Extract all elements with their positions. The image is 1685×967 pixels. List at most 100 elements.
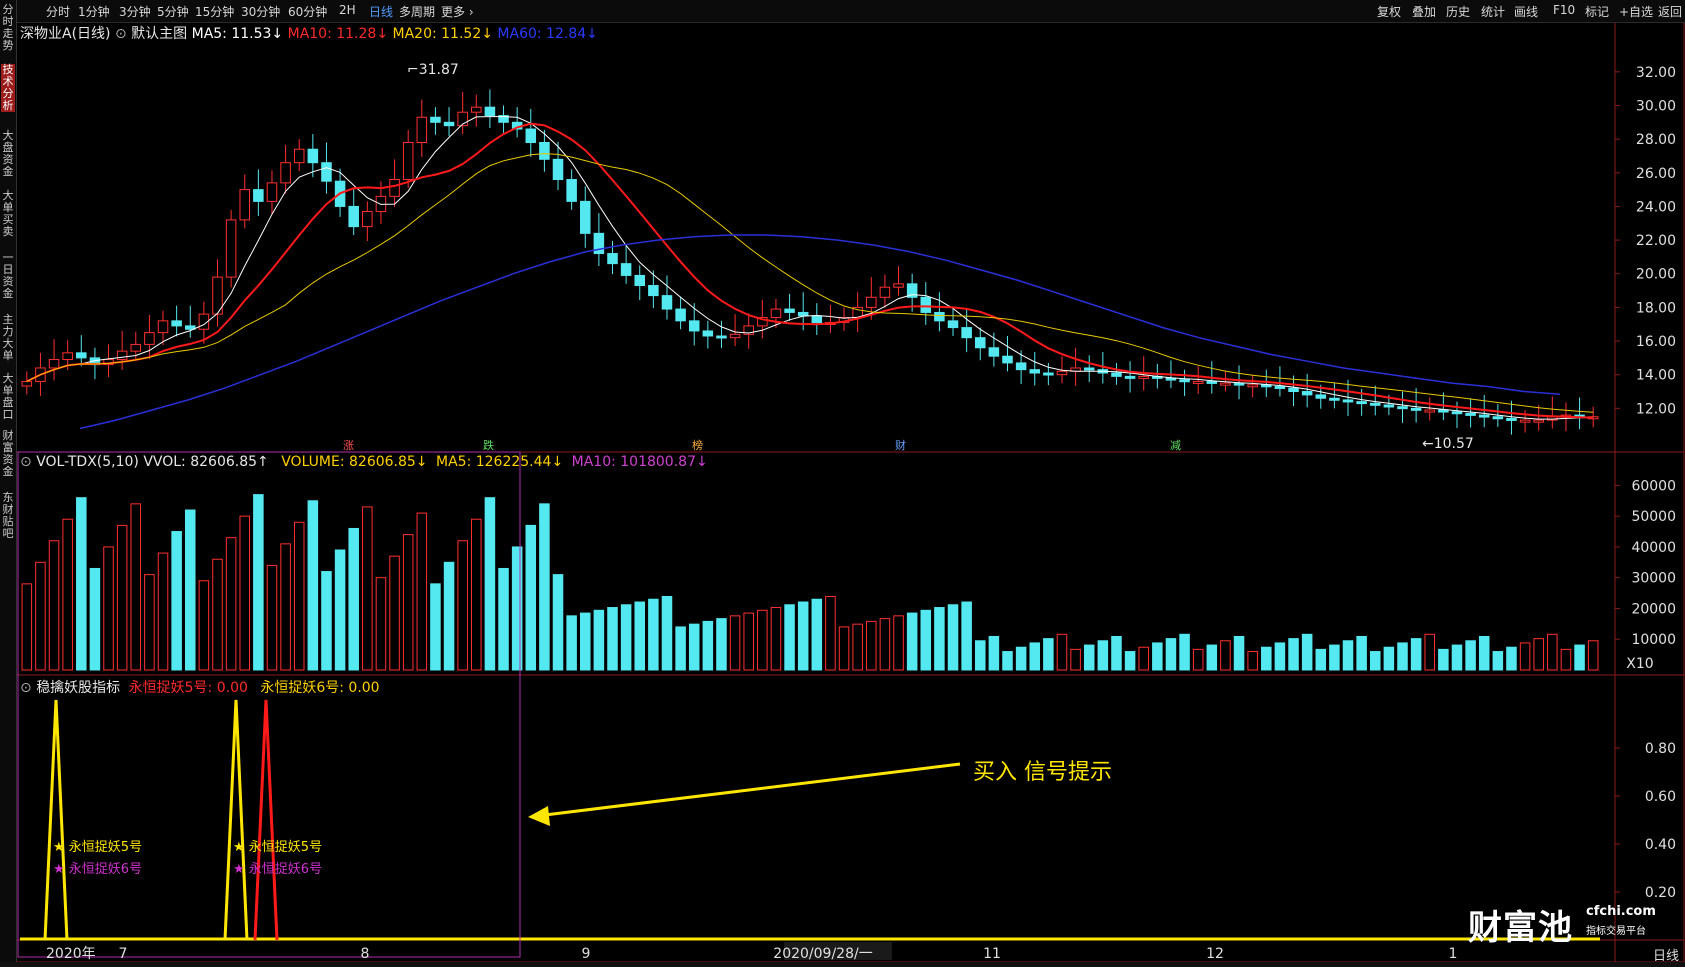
- volume-bar: [1124, 651, 1136, 671]
- toolbar-7[interactable]: +自选: [1619, 3, 1653, 20]
- volume-bar: [1206, 644, 1218, 671]
- volume-bar: [866, 620, 877, 671]
- candle-body: [1029, 369, 1041, 374]
- volume-bar: [797, 601, 809, 671]
- volume-bar: [266, 564, 278, 671]
- candle-body: [797, 311, 809, 317]
- volume-tick-label: 40000: [1631, 540, 1676, 556]
- timeframe-0[interactable]: 分时: [46, 3, 70, 20]
- candle-body: [430, 116, 441, 123]
- toolbar-6[interactable]: 标记: [1585, 3, 1609, 20]
- side-nav-item-0[interactable]: 分时走势: [1, 4, 15, 52]
- candle-body: [1111, 372, 1122, 377]
- volume-bar: [293, 521, 305, 671]
- collapse-icon[interactable]: ⊙: [115, 26, 127, 42]
- price-tick-label: 26.00: [1636, 166, 1676, 182]
- volume-bar: [961, 601, 972, 671]
- collapse-icon[interactable]: ⊙: [20, 454, 32, 470]
- volume-bar: [988, 635, 1000, 671]
- timeframe-10[interactable]: 更多 ›: [441, 3, 474, 20]
- candle-body: [76, 352, 87, 359]
- volume-bar: [1342, 640, 1354, 671]
- stock-chart[interactable]: 32.00 30.00 28.00 26.00 24.00 22.00 20.00 18.00…: [0, 0, 1685, 967]
- x-tick-label: 9: [582, 946, 591, 962]
- volume-bar: [1138, 646, 1149, 671]
- volume-bar: [607, 607, 618, 671]
- volume-bar: [838, 626, 850, 671]
- candle-body: [1192, 380, 1204, 384]
- timeframe-6[interactable]: 60分钟: [288, 3, 327, 20]
- toolbar-0[interactable]: 复权: [1377, 3, 1401, 20]
- price-tick-label: 22.00: [1636, 233, 1676, 249]
- volume-bar: [198, 580, 210, 671]
- candle-body: [1451, 411, 1463, 415]
- timeframe-4[interactable]: 15分钟: [195, 3, 234, 20]
- volume-bar: [634, 601, 646, 671]
- toolbar-3[interactable]: 统计: [1481, 3, 1505, 20]
- toolbar-2[interactable]: 历史: [1446, 3, 1470, 20]
- volume-bar: [1410, 638, 1422, 671]
- price-tick-label: 28.00: [1636, 132, 1676, 148]
- price-tick-label: 14.00: [1636, 368, 1676, 384]
- volume-bar: [1506, 646, 1517, 671]
- volume-bar: [1179, 633, 1190, 671]
- vol-ma10: MA10: 101800.87↓: [571, 454, 708, 470]
- candle-body: [974, 337, 986, 349]
- candle-body: [62, 352, 73, 361]
- timeframe-1[interactable]: 1分钟: [78, 3, 110, 20]
- candle-body: [443, 121, 455, 127]
- volume-bar: [1220, 640, 1231, 671]
- volume-bar: [1424, 633, 1436, 671]
- candle-body: [1533, 419, 1544, 423]
- collapse-icon[interactable]: ⊙: [20, 680, 32, 696]
- side-nav-item-7[interactable]: 财富资金: [1, 430, 15, 478]
- timeframe-8[interactable]: 日线: [369, 3, 393, 20]
- volume-bar: [811, 598, 823, 671]
- candle-body: [348, 205, 359, 228]
- volume-bar: [1356, 635, 1367, 671]
- indicator-panel-header: ⊙ 稳擒妖股指标 永恒捉妖5号: 0.00 永恒捉妖6号: 0.00: [20, 677, 380, 697]
- volume-tick-label: 10000: [1631, 632, 1676, 648]
- volume-bar: [212, 558, 223, 671]
- toolbar-4[interactable]: 画线: [1514, 3, 1538, 20]
- side-nav-item-1[interactable]: 技术分析: [1, 64, 15, 112]
- candle-body: [1369, 402, 1381, 406]
- side-nav-item-3[interactable]: 大单买卖: [1, 190, 15, 238]
- main-chart-label[interactable]: 默认主图: [131, 26, 187, 42]
- period-toolbar: 分时 1分钟 3分钟 5分钟 15分钟 30分钟 60分钟 2H 日线 多周期 更多 › 复权 叠加 历史…: [0, 0, 1685, 23]
- toolbar-1[interactable]: 叠加: [1412, 3, 1436, 20]
- toolbar-8[interactable]: 返回: [1658, 3, 1682, 20]
- side-nav-item-6[interactable]: 大单盘口: [1, 373, 15, 421]
- indicator-tick-label: 0.80: [1645, 741, 1676, 757]
- side-nav-item-5[interactable]: 主力大单: [1, 314, 15, 362]
- signal-spike: [43, 699, 69, 941]
- volume-bar: [348, 527, 359, 671]
- volume-panel-header: ⊙ VOL-TDX(5,10) VVOL: 82606.85↑ VOLUME: …: [20, 454, 708, 470]
- watermark-brand: 财富池: [1468, 908, 1573, 948]
- volume-bar: [566, 615, 577, 671]
- side-nav-item-8[interactable]: 东财贴吧: [1, 492, 15, 540]
- timeframe-9[interactable]: 多周期: [399, 3, 435, 20]
- timeframe-5[interactable]: 30分钟: [241, 3, 280, 20]
- volume-bar: [1165, 638, 1177, 671]
- volume-bar: [307, 500, 319, 671]
- vol-title: VOL-TDX(5,10) VVOL: 82606.85↑: [36, 454, 269, 470]
- timeframe-7[interactable]: 2H: [339, 3, 356, 17]
- toolbar-5[interactable]: F10: [1553, 3, 1575, 17]
- candle-body: [307, 148, 319, 164]
- candle-body: [1519, 419, 1531, 423]
- side-nav-item-2[interactable]: 大盘资金: [1, 130, 15, 178]
- volume-bar: [825, 595, 836, 671]
- volume-bar: [1301, 633, 1313, 671]
- timeframe-2[interactable]: 3分钟: [119, 3, 151, 20]
- candle-body: [157, 320, 169, 334]
- volume-bar: [1451, 644, 1463, 671]
- candle-body: [729, 333, 741, 339]
- signal-spike: [223, 699, 249, 941]
- volume-bar: [130, 503, 142, 671]
- side-nav-item-4[interactable]: 一日资金: [1, 252, 15, 300]
- timeframe-3[interactable]: 5分钟: [157, 3, 189, 20]
- vol-value: VOLUME: 82606.85↓: [281, 454, 428, 470]
- candle-body: [1043, 372, 1054, 376]
- volume-bar: [157, 552, 169, 671]
